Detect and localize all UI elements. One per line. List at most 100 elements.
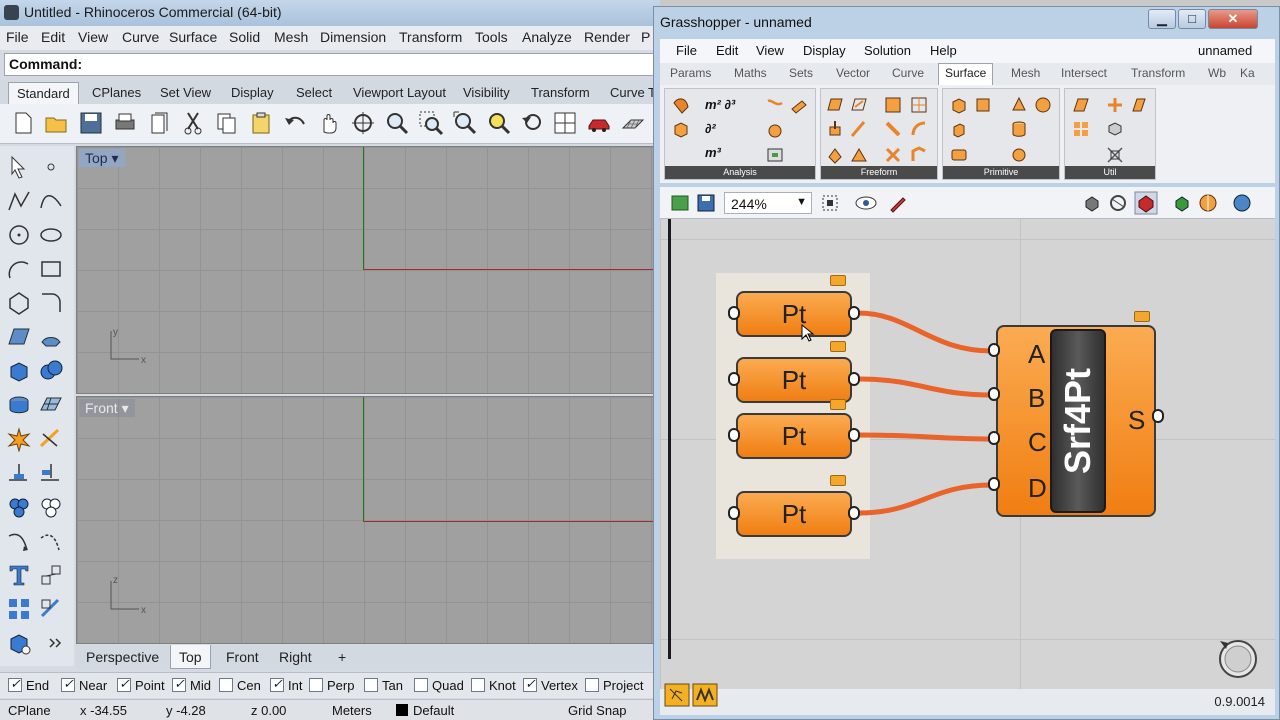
gh-menu-solution[interactable]: Solution (864, 43, 911, 58)
mesh-icon[interactable] (38, 392, 64, 418)
fragment-patch-icon[interactable] (825, 145, 845, 165)
pt-component-1[interactable]: Pt (736, 291, 852, 337)
gh-tab-surface[interactable]: Surface (938, 63, 994, 85)
viewport-top[interactable]: Top ▾ yx (76, 146, 657, 394)
zoom-selected-icon[interactable] (486, 110, 512, 136)
menu-render[interactable]: Render (584, 29, 630, 45)
osnap-point-checkbox[interactable] (117, 676, 131, 692)
surface-from-points-icon[interactable] (6, 324, 32, 350)
gh-menu-display[interactable]: Display (803, 43, 846, 58)
grasshopper-logo-icon[interactable] (692, 683, 718, 707)
sphere-preview-icon[interactable] (1232, 193, 1252, 213)
polyline-icon[interactable] (6, 188, 32, 214)
open-file-icon[interactable] (670, 193, 690, 213)
tab-set-view[interactable]: Set View (160, 85, 211, 100)
pt-input-grip[interactable] (728, 428, 740, 442)
osnap-project[interactable]: Project (585, 678, 643, 693)
save-icon[interactable] (78, 110, 104, 136)
gh-tab-vector[interactable]: Vector (836, 66, 870, 80)
copy-object-icon[interactable] (38, 460, 64, 486)
status-grid-snap[interactable]: Grid Snap (568, 703, 627, 718)
undo-icon[interactable] (282, 110, 308, 136)
vtab-front[interactable]: Front (226, 649, 259, 665)
flip-icon[interactable] (1105, 119, 1125, 139)
command-line[interactable]: Command: (4, 53, 656, 76)
extrude-surface-icon[interactable] (825, 119, 845, 139)
osnap-near[interactable]: Near (61, 676, 107, 693)
wire-c[interactable] (857, 432, 993, 442)
osnap-cen-checkbox[interactable] (219, 678, 233, 692)
tab-display[interactable]: Display (231, 85, 274, 100)
osnap-project-checkbox[interactable] (585, 678, 599, 692)
menu-surface[interactable]: Surface (169, 29, 217, 45)
select-arrow-icon[interactable] (6, 154, 32, 180)
gh-tab-intersect[interactable]: Intersect (1061, 66, 1107, 80)
box-icon[interactable] (6, 358, 32, 384)
gh-tab-maths[interactable]: Maths (734, 66, 767, 80)
pt-component-3[interactable]: Pt (736, 413, 852, 459)
gh-tab-wb[interactable]: Wb (1208, 66, 1226, 80)
gh-tab-params[interactable]: Params (670, 66, 711, 80)
wire-d[interactable] (857, 482, 993, 516)
divide-surface-icon[interactable] (1105, 95, 1125, 115)
properties-page-icon[interactable] (146, 110, 172, 136)
tab-select[interactable]: Select (296, 85, 332, 100)
menu-mesh[interactable]: Mesh (274, 29, 308, 45)
volume-moments-icon[interactable]: ∂² (705, 121, 716, 136)
close-button[interactable]: ✕ (1208, 9, 1258, 29)
selected-only-preview-icon[interactable] (1172, 193, 1192, 213)
pt-component-4[interactable]: Pt (736, 491, 852, 537)
explode-icon[interactable] (6, 426, 32, 452)
osnap-point[interactable]: Point (117, 676, 165, 693)
network-surface-icon[interactable] (883, 95, 903, 115)
tab-transform[interactable]: Transform (531, 85, 590, 100)
rail-revolution-icon[interactable] (909, 119, 929, 139)
osnap-near-checkbox[interactable] (61, 676, 75, 692)
osnap-quad[interactable]: Quad (414, 678, 464, 693)
rebuild-icon[interactable] (38, 528, 64, 554)
srf-input-d-grip[interactable] (988, 477, 1000, 491)
group-icon[interactable] (6, 494, 32, 520)
menu-tools[interactable]: Tools (475, 29, 508, 45)
grid-plane-icon[interactable] (620, 110, 646, 136)
pt-output-grip[interactable] (848, 506, 860, 520)
undo-view-icon[interactable] (520, 110, 546, 136)
pt-input-grip[interactable] (728, 372, 740, 386)
zoom-icon[interactable] (384, 110, 410, 136)
status-units[interactable]: Meters (332, 703, 372, 718)
array-icon[interactable] (6, 596, 32, 622)
wireframe-preview-icon[interactable] (1108, 193, 1128, 213)
osnap-quad-checkbox[interactable] (414, 678, 428, 692)
dimension-icon[interactable] (38, 562, 64, 588)
srf-input-a-grip[interactable] (988, 343, 1000, 357)
save-file-icon[interactable] (696, 193, 716, 213)
status-layer[interactable]: Default (413, 703, 454, 718)
revolution-icon[interactable] (883, 145, 903, 165)
osnap-mid-checkbox[interactable] (172, 676, 186, 692)
tab-visibility[interactable]: Visibility (463, 85, 510, 100)
patch-icon[interactable] (909, 95, 929, 115)
open-folder-icon[interactable] (44, 110, 70, 136)
preview-eye-icon[interactable] (854, 193, 878, 213)
sweep-icon[interactable] (909, 145, 929, 165)
wire-a[interactable] (857, 310, 993, 354)
preview-off-icon[interactable] (1082, 193, 1102, 213)
gh-menu-file[interactable]: File (676, 43, 697, 58)
center-box-icon[interactable] (949, 119, 969, 139)
viewport-top-label[interactable]: Top ▾ (79, 149, 125, 167)
isotrim-icon[interactable] (1105, 145, 1125, 165)
menu-edit[interactable]: Edit (41, 29, 65, 45)
srf-input-b-grip[interactable] (988, 387, 1000, 401)
osnap-cen[interactable]: Cen (219, 678, 261, 693)
osnap-perp-checkbox[interactable] (309, 678, 323, 692)
split-icon[interactable] (38, 426, 64, 452)
rotate-view-icon[interactable] (350, 110, 376, 136)
arc-icon[interactable] (6, 256, 32, 282)
menu-view[interactable]: View (78, 29, 108, 45)
cluster-edit-icon[interactable] (664, 683, 690, 707)
cylinder-icon[interactable] (6, 392, 32, 418)
osnap-int-checkbox[interactable] (270, 676, 284, 692)
extrude-linear-icon[interactable] (849, 119, 869, 139)
osnap-end-checkbox[interactable] (8, 676, 22, 692)
vtab-top[interactable]: Top (170, 645, 211, 669)
